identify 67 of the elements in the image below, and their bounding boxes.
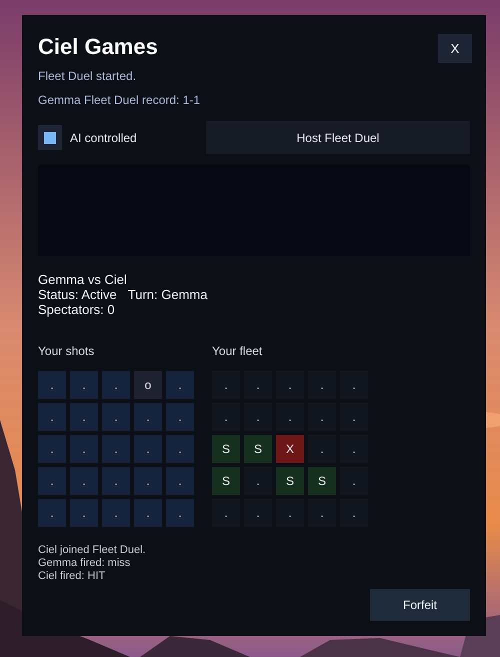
water-cell[interactable]: .: [166, 499, 194, 527]
water-cell[interactable]: .: [38, 371, 66, 399]
checkbox[interactable]: [38, 125, 62, 150]
fleet-cell[interactable]: .: [308, 499, 336, 527]
water-cell[interactable]: .: [38, 435, 66, 463]
ship-cell[interactable]: S: [308, 467, 336, 495]
fleet-cell[interactable]: .: [340, 435, 368, 463]
fleet-cell[interactable]: .: [276, 499, 304, 527]
hit-cell[interactable]: X: [276, 435, 304, 463]
grid-label: Your fleet: [212, 344, 264, 359]
grid-label: Your shots: [38, 344, 96, 359]
water-cell[interactable]: .: [166, 435, 194, 463]
water-cell[interactable]: .: [38, 467, 66, 495]
fleet-cell[interactable]: .: [276, 403, 304, 431]
water-cell[interactable]: .: [70, 371, 98, 399]
water-cell[interactable]: .: [102, 435, 130, 463]
checkbox-label: AI controlled: [70, 130, 138, 146]
spectator-count: Spectators: 0: [38, 302, 116, 317]
water-cell[interactable]: .: [102, 499, 130, 527]
water-cell[interactable]: .: [70, 435, 98, 463]
fleet-cell[interactable]: .: [212, 371, 240, 399]
water-cell[interactable]: .: [102, 403, 130, 431]
match-turn: Turn: Gemma: [128, 287, 208, 302]
forfeit-button[interactable]: Forfeit: [370, 589, 470, 621]
water-cell[interactable]: .: [38, 403, 66, 431]
close-button[interactable]: X: [438, 34, 472, 63]
fleet-cell[interactable]: .: [244, 371, 272, 399]
water-cell[interactable]: .: [102, 467, 130, 495]
fleet-cell[interactable]: .: [244, 403, 272, 431]
fleet-cell[interactable]: .: [340, 499, 368, 527]
water-cell[interactable]: .: [70, 467, 98, 495]
fleet-cell[interactable]: .: [244, 499, 272, 527]
water-cell[interactable]: .: [134, 467, 162, 495]
fleet-cell[interactable]: .: [340, 371, 368, 399]
fleet-cell[interactable]: .: [212, 499, 240, 527]
water-cell[interactable]: .: [134, 435, 162, 463]
fleet-cell[interactable]: .: [308, 371, 336, 399]
water-cell[interactable]: .: [70, 499, 98, 527]
fleet-cell[interactable]: .: [244, 467, 272, 495]
match-status: Status: Active: [38, 287, 117, 302]
water-cell[interactable]: .: [166, 467, 194, 495]
water-cell[interactable]: .: [70, 403, 98, 431]
fleet-cell[interactable]: .: [212, 403, 240, 431]
water-cell[interactable]: .: [38, 499, 66, 527]
ship-cell[interactable]: S: [244, 435, 272, 463]
ship-cell[interactable]: S: [212, 435, 240, 463]
fleet-cell[interactable]: .: [340, 467, 368, 495]
log-entry: Gemma fired: miss: [38, 557, 132, 570]
ship-cell[interactable]: S: [276, 467, 304, 495]
dialog-title: Ciel Games: [38, 33, 158, 61]
fleet-cell[interactable]: .: [308, 403, 336, 431]
water-cell[interactable]: .: [166, 403, 194, 431]
log-entry: Ciel fired: HIT: [38, 570, 106, 583]
record-message: Gemma Fleet Duel record: 1-1: [38, 93, 202, 108]
host-button[interactable]: Host Fleet Duel: [206, 121, 470, 154]
fleet-cell[interactable]: .: [276, 371, 304, 399]
water-cell[interactable]: .: [134, 499, 162, 527]
ship-cell[interactable]: S: [212, 467, 240, 495]
miss-cell[interactable]: o: [134, 371, 162, 399]
water-cell[interactable]: .: [134, 403, 162, 431]
log-entry: Ciel joined Fleet Duel.: [38, 544, 147, 557]
fleet-cell[interactable]: .: [308, 435, 336, 463]
water-cell[interactable]: .: [102, 371, 130, 399]
match-players: Gemma vs Ciel: [38, 272, 128, 287]
water-cell[interactable]: .: [166, 371, 194, 399]
fleet-cell[interactable]: .: [340, 403, 368, 431]
status-message: Fleet Duel started.: [38, 69, 138, 84]
